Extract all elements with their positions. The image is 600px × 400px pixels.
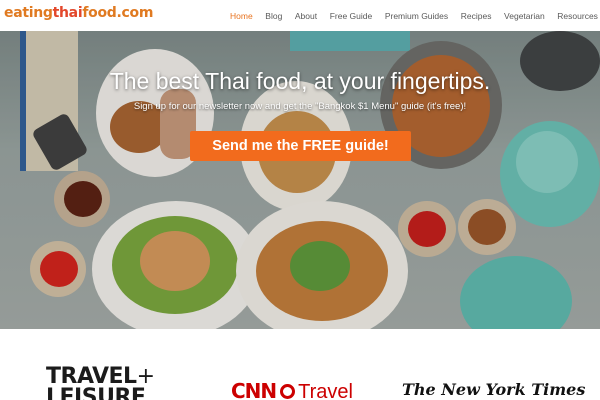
logo-text-thai: thai	[52, 5, 83, 21]
logo-text-dotcom: .com	[116, 5, 154, 21]
nav-item-resources[interactable]: Resources	[557, 11, 598, 21]
top-nav: eatingthaifood.com Home Blog About Free …	[0, 0, 600, 31]
cnn-travel-word: Travel	[298, 381, 353, 400]
cnn-travel-logo: CNN Travel	[231, 379, 353, 400]
nav-item-premium-guides[interactable]: Premium Guides	[385, 11, 448, 21]
nav-item-free-guide[interactable]: Free Guide	[330, 11, 373, 21]
site-logo[interactable]: eatingthaifood.com	[4, 5, 153, 21]
nav-item-blog[interactable]: Blog	[265, 11, 282, 21]
travel-leisure-logo: TRAVEL+ LEISURE	[46, 366, 155, 400]
free-guide-button[interactable]: Send me the FREE guide!	[190, 131, 411, 161]
cnn-mark: CNN	[231, 379, 277, 400]
nav-item-about[interactable]: About	[295, 11, 317, 21]
hero-title: The best Thai food, at your fingertips.	[109, 68, 491, 94]
travel-leisure-line2: LEISURE	[46, 385, 146, 400]
main-menu: Home Blog About Free Guide Premium Guide…	[230, 11, 598, 21]
press-logos: TRAVEL+ LEISURE CNN Travel The New York T…	[0, 329, 600, 400]
nav-item-recipes[interactable]: Recipes	[461, 11, 492, 21]
nav-item-home[interactable]: Home	[230, 11, 253, 21]
hero-banner: The best Thai food, at your fingertips. …	[0, 31, 600, 329]
logo-text-food: food	[82, 5, 117, 21]
nav-item-vegetarian[interactable]: Vegetarian	[504, 11, 545, 21]
nyt-logo: The New York Times	[402, 380, 586, 399]
hero-subtitle: Sign up for our newsletter now and get t…	[133, 101, 467, 112]
logo-text-eating: eating	[4, 5, 53, 21]
cnn-travel-ring-icon	[280, 384, 296, 399]
